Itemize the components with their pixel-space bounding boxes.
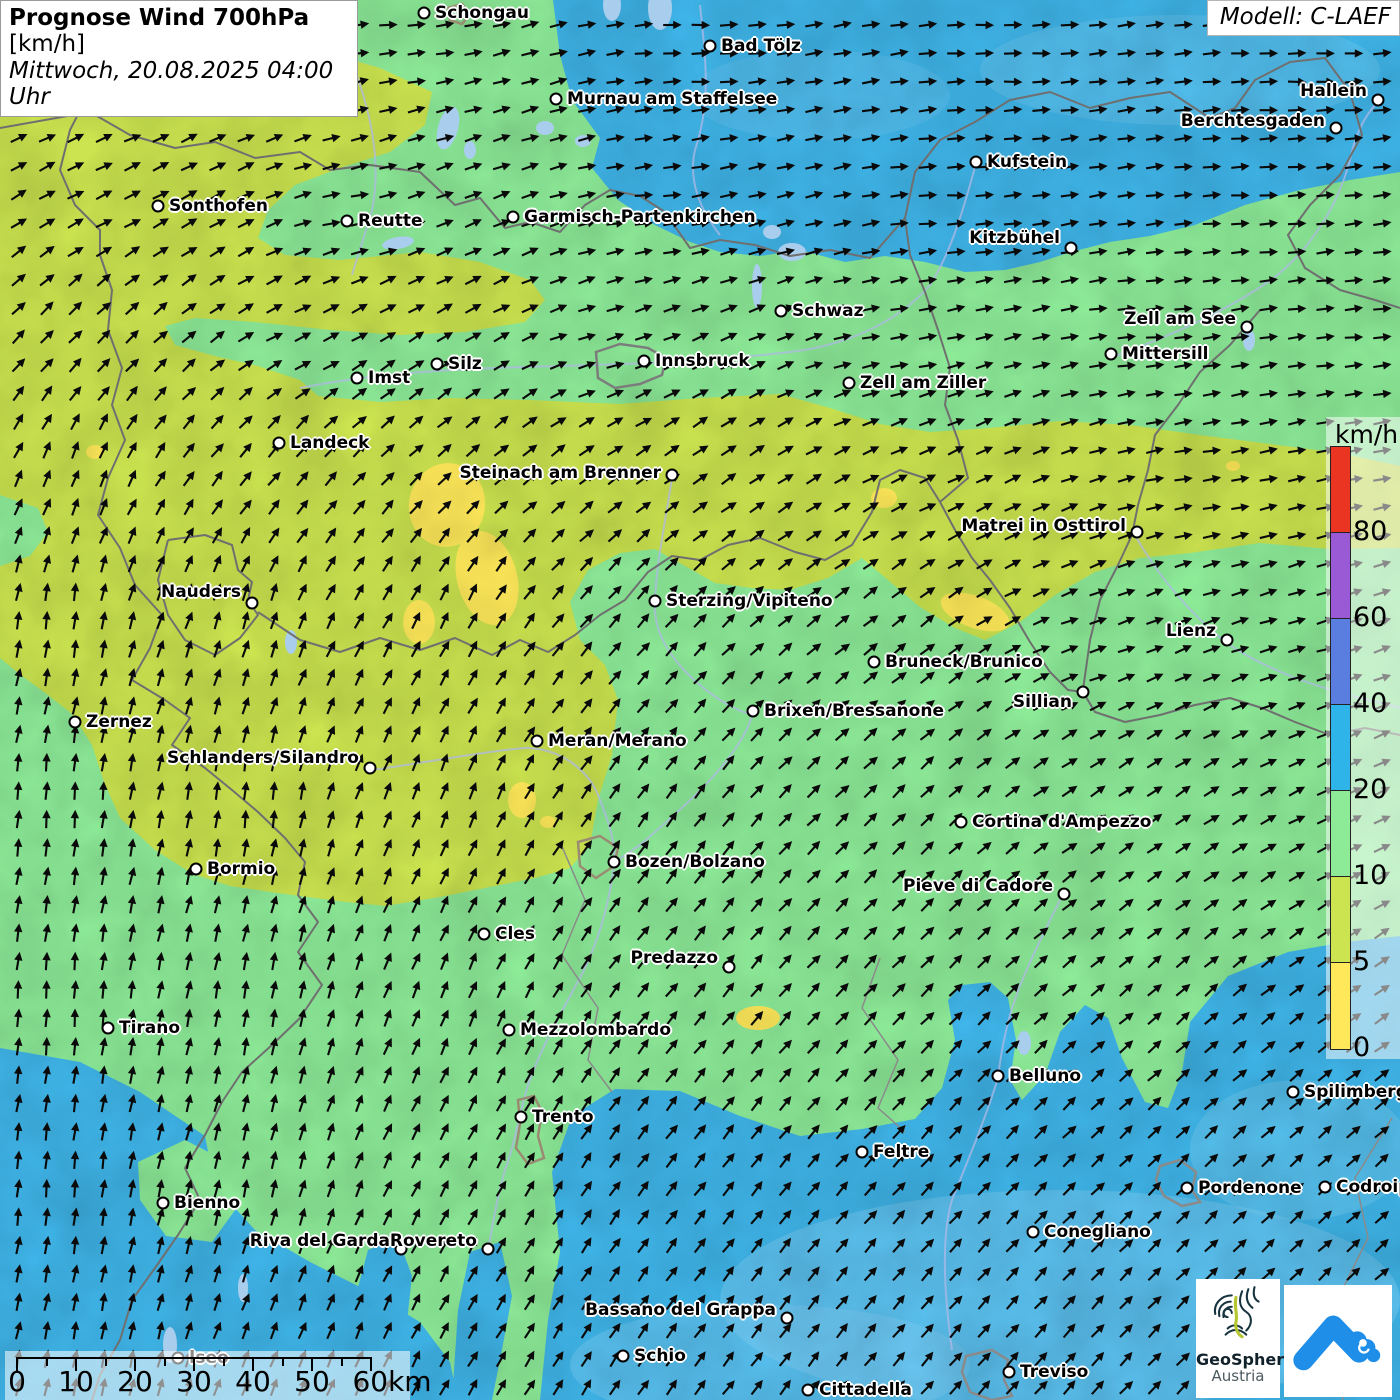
map-canvas xyxy=(0,0,1400,1400)
model-label: Modell: C-LAEF xyxy=(1207,0,1400,36)
legend-tick-label: 80 xyxy=(1353,516,1387,547)
weather-map-screenshot: SchongauBad TölzKemptenMurnau am Staffel… xyxy=(0,0,1400,1400)
legend-segment-0 xyxy=(1331,963,1350,1049)
legend-segment-60 xyxy=(1331,533,1350,619)
scale-label: 10 xyxy=(58,1365,94,1398)
geosphere-logo: GeoSphere Austria xyxy=(1196,1279,1280,1398)
map-title-parameter: Prognose Wind 700hPa xyxy=(9,5,309,31)
legend-tick-label: 60 xyxy=(1353,602,1387,633)
scale-minor-tick xyxy=(46,1357,48,1366)
map-scale-bar: 0102030405060km xyxy=(5,1351,410,1400)
legend-segment-40 xyxy=(1331,619,1350,705)
legend-tick-label: 20 xyxy=(1353,774,1387,805)
mountain-cloud-icon xyxy=(1290,1293,1386,1389)
scale-label: 0 xyxy=(8,1365,26,1398)
scale-label: 60km xyxy=(352,1365,431,1398)
geosphere-logo-subtext: Austria xyxy=(1196,1368,1280,1384)
map-title-box: Prognose Wind 700hPa [km/h] Mittwoch, 20… xyxy=(0,0,358,117)
geosphere-logo-text: GeoSphere xyxy=(1196,1351,1280,1368)
wind-speed-legend: km/h 806040201050 xyxy=(1326,417,1400,1059)
legend-segment-80 xyxy=(1331,447,1350,533)
legend-tick-label: 0 xyxy=(1353,1032,1370,1063)
scale-minor-tick xyxy=(164,1357,166,1366)
scale-label: 50 xyxy=(294,1365,330,1398)
scale-label: 20 xyxy=(117,1365,153,1398)
scale-label: 40 xyxy=(235,1365,271,1398)
scale-label: 30 xyxy=(176,1365,212,1398)
legend-segment-20 xyxy=(1331,705,1350,791)
geosphere-contour-icon xyxy=(1207,1283,1269,1345)
legend-tick-label: 40 xyxy=(1353,688,1387,719)
map-title-unit: [km/h] xyxy=(9,31,85,57)
scale-minor-tick xyxy=(105,1357,107,1366)
scale-minor-tick xyxy=(223,1357,225,1366)
legend-segment-10 xyxy=(1331,791,1350,877)
legend-tick-label: 10 xyxy=(1353,860,1387,891)
legend-colorbar xyxy=(1330,446,1351,1050)
legend-title: km/h xyxy=(1335,420,1398,449)
legend-tick-label: 5 xyxy=(1353,946,1370,977)
partner-logo xyxy=(1284,1285,1392,1397)
scale-minor-tick xyxy=(282,1357,284,1366)
map-title: Prognose Wind 700hPa [km/h] xyxy=(9,5,349,57)
legend-segment-5 xyxy=(1331,877,1350,963)
scale-minor-tick xyxy=(341,1357,343,1366)
map-valid-time: Mittwoch, 20.08.2025 04:00 Uhr xyxy=(9,58,349,110)
